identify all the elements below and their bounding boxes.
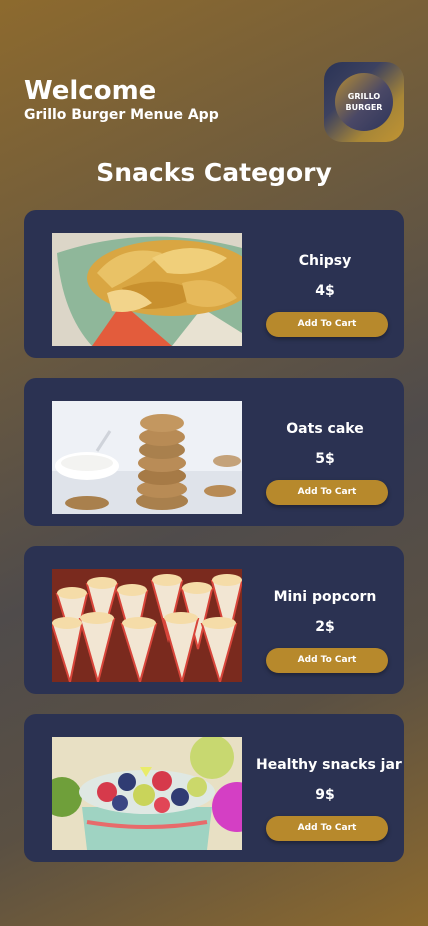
add-to-cart-button[interactable]: Add To Cart [266, 480, 388, 505]
product-card-mini-popcorn: Mini popcorn 2$ Add To Cart [24, 546, 404, 694]
product-price: 5$ [315, 451, 335, 467]
product-name: Mini popcorn [273, 589, 377, 605]
product-card-healthy-snacks-jar: Healthy snacks jar 9$ Add To Cart [24, 714, 404, 862]
product-info: Healthy snacks jar 9$ Add To Cart [256, 714, 402, 862]
product-info: Mini popcorn 2$ Add To Cart [256, 546, 394, 694]
product-price: 4$ [315, 283, 335, 299]
product-name: Oats cake [286, 421, 364, 437]
product-price: 2$ [315, 619, 335, 635]
popcorn-cones-photo [52, 569, 242, 682]
add-to-cart-button[interactable]: Add To Cart [266, 312, 388, 337]
product-info: Oats cake 5$ Add To Cart [256, 378, 394, 526]
logo-text-line2: BURGER [345, 103, 383, 112]
welcome-heading: Welcome [24, 76, 157, 106]
product-price: 9$ [315, 787, 335, 803]
product-name: Healthy snacks jar [256, 757, 402, 773]
product-card-oats-cake: Oats cake 5$ Add To Cart [24, 378, 404, 526]
app-subtitle: Grillo Burger Menue App [24, 107, 219, 123]
product-name: Chipsy [298, 253, 352, 269]
header: Welcome Grillo Burger Menue App [24, 76, 219, 124]
product-card-chipsy: Chipsy 4$ Add To Cart [24, 210, 404, 358]
product-info: Chipsy 4$ Add To Cart [256, 210, 394, 358]
add-to-cart-button[interactable]: Add To Cart [266, 648, 388, 673]
logo-text-line1: GRILLO [347, 92, 381, 101]
oat-cookies-photo [52, 401, 242, 514]
fruit-jar-photo [52, 737, 242, 850]
grillo-burger-logo: GRILLO BURGER [324, 62, 404, 142]
category-title: Snacks Category [96, 158, 332, 187]
logo-badge: GRILLO BURGER [335, 73, 393, 131]
add-to-cart-button[interactable]: Add To Cart [266, 816, 388, 841]
chips-bowl-photo [52, 233, 242, 346]
